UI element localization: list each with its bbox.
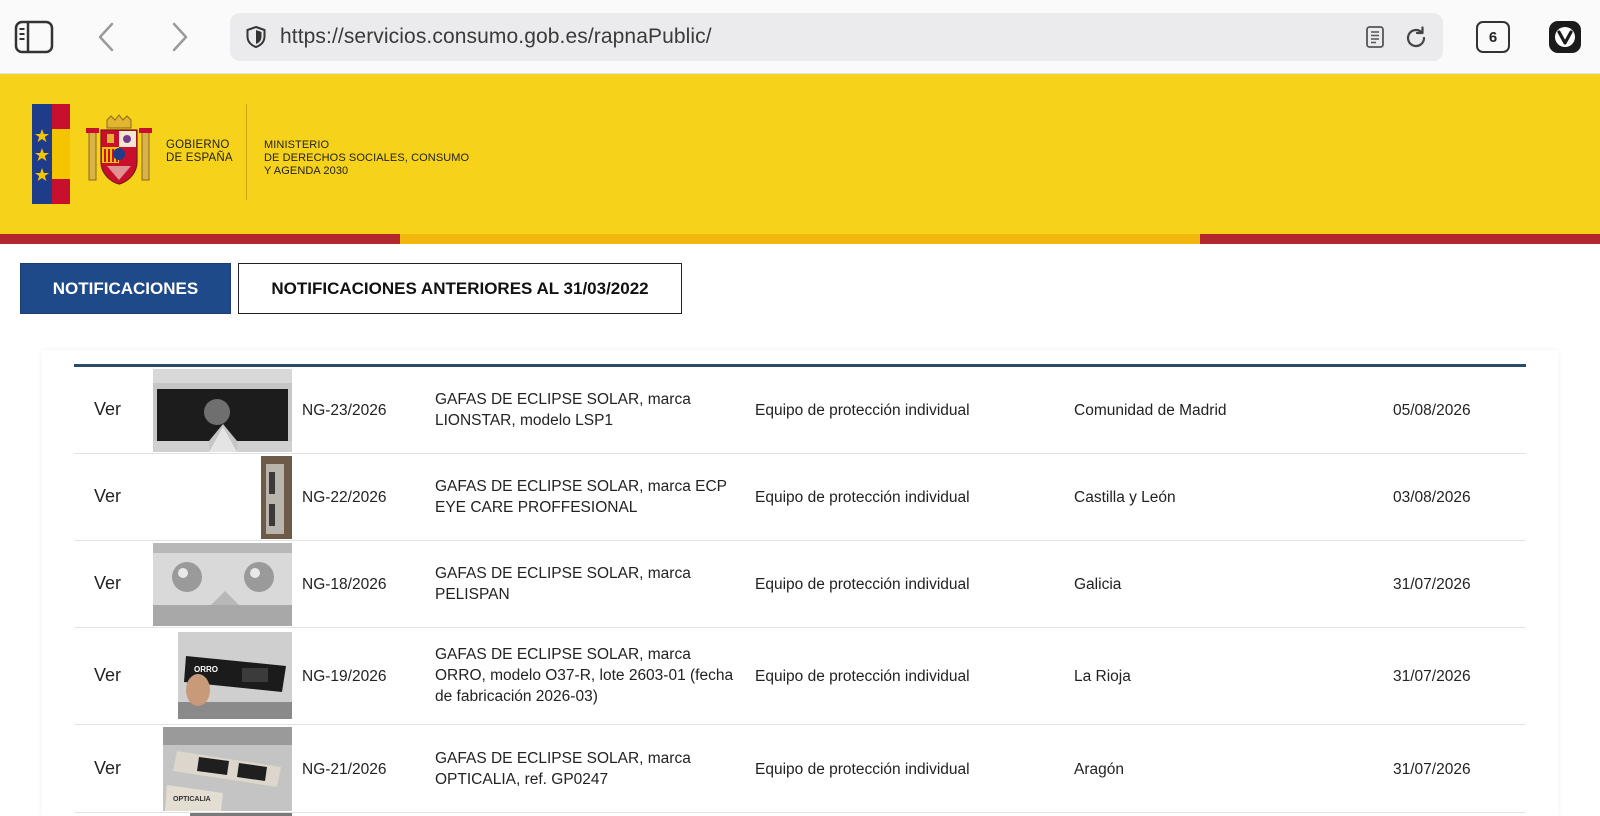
product-category: Equipo de protección individual [755, 576, 970, 593]
notification-code: NG-22/2026 [302, 489, 387, 506]
product-description: GAFAS DE ECLIPSE SOLAR, marca ECP EYE CA… [435, 476, 745, 518]
product-thumbnail[interactable] [153, 369, 292, 452]
table-row: Ver NG-18/2026 GAFAS DE ECLIPSE SOLAR, m… [74, 541, 1526, 628]
stripe-red-right [1200, 234, 1600, 244]
reader-icon[interactable] [1363, 25, 1387, 49]
tab-notificaciones-anteriores[interactable]: NOTIFICACIONES ANTERIORES AL 31/03/2022 [238, 263, 682, 314]
stripe-red-left [0, 234, 400, 244]
table-row: Ver ORRO NG-19/2026 GAFAS DE ECLIPSE SOL… [74, 628, 1526, 725]
ver-link[interactable]: Ver [94, 399, 121, 420]
table-row: Ver NG-22/2026 GAFAS DE ECLIPSE SOLAR, m… [74, 454, 1526, 541]
ver-link[interactable]: Ver [94, 665, 121, 686]
notification-code: NG-19/2026 [302, 668, 387, 685]
gov-header [0, 74, 1600, 236]
product-category: Equipo de protección individual [755, 668, 970, 685]
forward-icon[interactable] [164, 19, 194, 55]
tab-count-button[interactable]: 6 [1476, 21, 1510, 53]
description-line: LIONSTAR, modelo LSP1 [435, 412, 614, 429]
product-category: Equipo de protección individual [755, 761, 970, 778]
spain-flag-logo [32, 104, 70, 204]
region: Galicia [1074, 576, 1122, 593]
product-thumbnail[interactable]: OPTICALIA [163, 727, 292, 811]
product-thumbnail[interactable] [153, 543, 292, 626]
table-row: Ver OPTICALIA NG-21/2026 GAFAS DE ECLIPS… [74, 725, 1526, 813]
ver-link[interactable]: Ver [94, 486, 121, 507]
region: La Rioja [1074, 668, 1131, 685]
ministry-name: MINISTERIO DE DERECHOS SOCIALES, CONSUMO… [264, 139, 469, 178]
product-thumbnail[interactable] [153, 456, 292, 539]
ministry-line-2: DE DERECHOS SOCIALES, CONSUMO [264, 152, 470, 164]
description-line: GAFAS DE ECLIPSE SOLAR, marca [435, 646, 691, 663]
description-line: de fabricación 2026-03) [435, 688, 598, 705]
shield-icon[interactable] [244, 25, 268, 49]
gov-name: GOBIERNO DE ESPAÑA [166, 139, 233, 165]
description-line: GAFAS DE ECLIPSE SOLAR, marca [435, 565, 691, 582]
gov-line-1: GOBIERNO [166, 139, 230, 151]
region: Aragón [1074, 761, 1124, 778]
description-line: ORRO, modelo O37-R, lote 2603-01 (fecha [435, 667, 734, 684]
region: Comunidad de Madrid [1074, 402, 1227, 419]
gov-line-2: DE ESPAÑA [166, 152, 233, 164]
ministry-line-3: Y AGENDA 2030 [264, 165, 349, 177]
ver-link[interactable]: Ver [94, 573, 121, 594]
notification-code: NG-21/2026 [302, 761, 387, 778]
description-line: GAFAS DE ECLIPSE SOLAR, marca ECP [435, 478, 728, 495]
url-text[interactable]: https://servicios.consumo.gob.es/rapnaPu… [280, 13, 712, 61]
address-bar[interactable]: https://servicios.consumo.gob.es/rapnaPu… [230, 13, 1443, 61]
notification-date: 05/08/2026 [1393, 402, 1471, 419]
product-description: GAFAS DE ECLIPSE SOLAR, marca LIONSTAR, … [435, 389, 745, 431]
browser-toolbar: https://servicios.consumo.gob.es/rapnaPu… [0, 0, 1600, 74]
product-description: GAFAS DE ECLIPSE SOLAR, marca PELISPAN [435, 563, 745, 605]
vivaldi-icon[interactable] [1548, 20, 1582, 54]
description-line: GAFAS DE ECLIPSE SOLAR, marca [435, 750, 691, 767]
thumbnail-brand-text: OPTICALIA [173, 796, 211, 803]
reload-icon[interactable] [1403, 25, 1429, 51]
description-line: PELISPAN [435, 586, 510, 603]
back-icon[interactable] [92, 19, 122, 55]
tab-notificaciones[interactable]: NOTIFICACIONES [20, 263, 231, 314]
coat-of-arms-logo [85, 114, 153, 188]
notification-date: 31/07/2026 [1393, 576, 1471, 593]
region: Castilla y León [1074, 489, 1176, 506]
notification-date: 31/07/2026 [1393, 761, 1471, 778]
description-line: EYE CARE PROFFESIONAL [435, 499, 638, 516]
sidebar-icon[interactable] [14, 19, 54, 55]
header-divider [246, 104, 247, 200]
table-row: Ver NG-23/2026 GAFAS DE ECLIPSE SOLAR, m… [74, 367, 1526, 454]
product-category: Equipo de protección individual [755, 402, 970, 419]
stripe-yellow [400, 234, 1200, 244]
ministry-line-1: MINISTERIO [264, 139, 330, 151]
thumbnail-brand-text: ORRO [194, 665, 218, 674]
header-stripe [0, 234, 1600, 244]
description-line: GAFAS DE ECLIPSE SOLAR, marca [435, 391, 691, 408]
product-thumbnail[interactable]: ORRO [178, 632, 292, 719]
ver-link[interactable]: Ver [94, 758, 121, 779]
description-line: OPTICALIA, ref. GP0247 [435, 771, 609, 788]
product-category: Equipo de protección individual [755, 489, 970, 506]
product-description: GAFAS DE ECLIPSE SOLAR, marca ORRO, mode… [435, 644, 755, 707]
notification-date: 03/08/2026 [1393, 489, 1471, 506]
notification-date: 31/07/2026 [1393, 668, 1471, 685]
notification-code: NG-18/2026 [302, 576, 387, 593]
product-description: GAFAS DE ECLIPSE SOLAR, marca OPTICALIA,… [435, 748, 745, 790]
notification-code: NG-23/2026 [302, 402, 387, 419]
